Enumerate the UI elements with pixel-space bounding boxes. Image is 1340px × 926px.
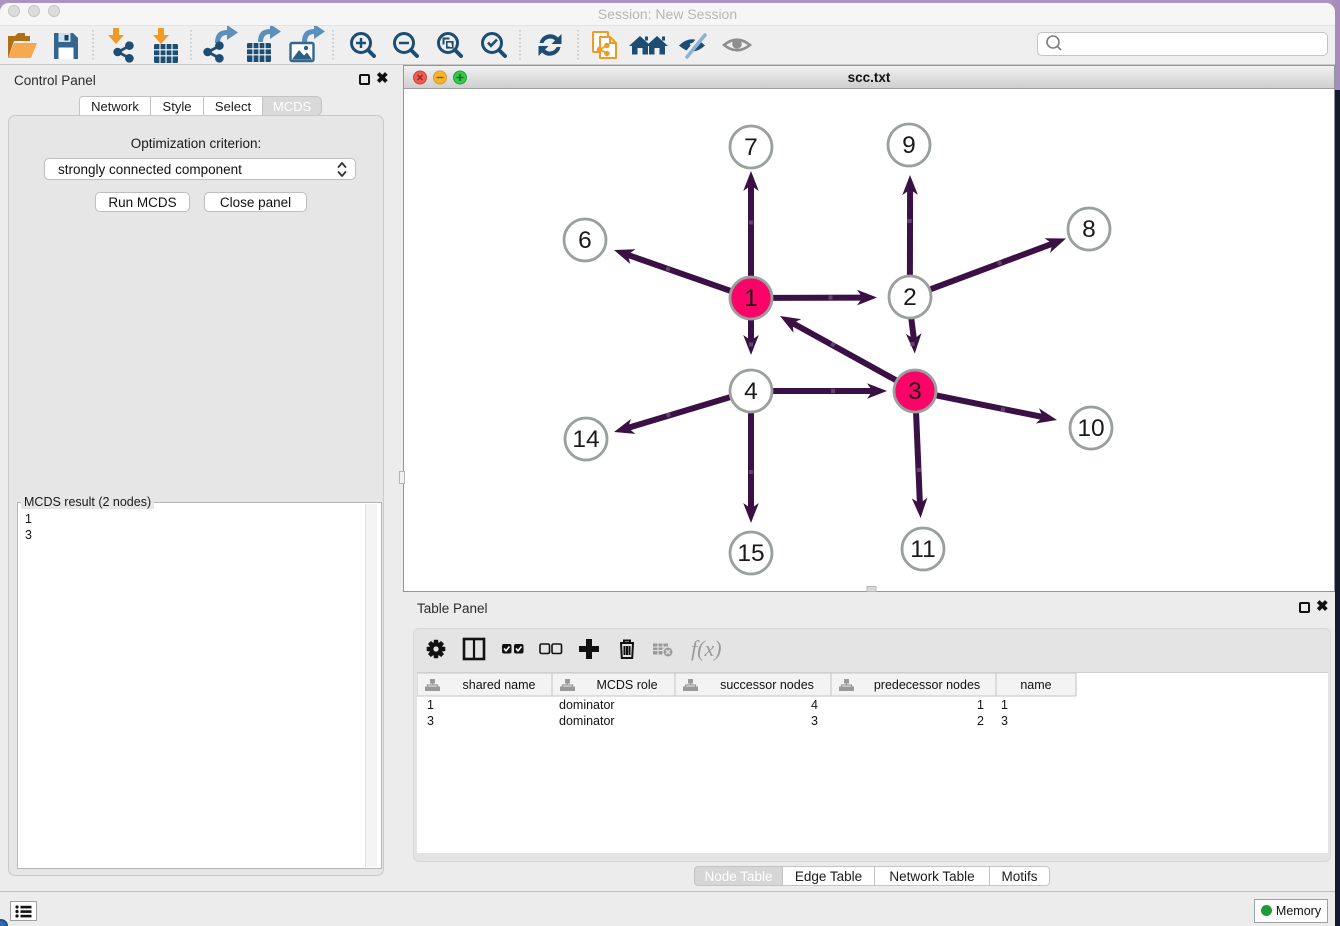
- svg-text:6: 6: [578, 227, 592, 254]
- svg-text:14: 14: [572, 426, 599, 453]
- svg-text:2: 2: [903, 284, 917, 311]
- svg-text:predecessor nodes: predecessor nodes: [874, 678, 980, 692]
- svg-text:9: 9: [902, 132, 916, 159]
- svg-text:shared name: shared name: [463, 678, 536, 692]
- svg-text:successor nodes: successor nodes: [720, 678, 814, 692]
- svg-text:7: 7: [744, 134, 758, 161]
- svg-text:name: name: [1020, 678, 1051, 692]
- svg-text:10: 10: [1077, 415, 1104, 442]
- svg-text:1: 1: [744, 285, 758, 312]
- svg-text:8: 8: [1082, 216, 1096, 243]
- svg-text:MCDS role: MCDS role: [596, 678, 657, 692]
- svg-text:3: 3: [908, 378, 922, 405]
- svg-text:11: 11: [910, 536, 935, 563]
- svg-text:15: 15: [737, 540, 764, 567]
- svg-text:f(x): f(x): [691, 636, 722, 661]
- svg-text:4: 4: [744, 378, 758, 405]
